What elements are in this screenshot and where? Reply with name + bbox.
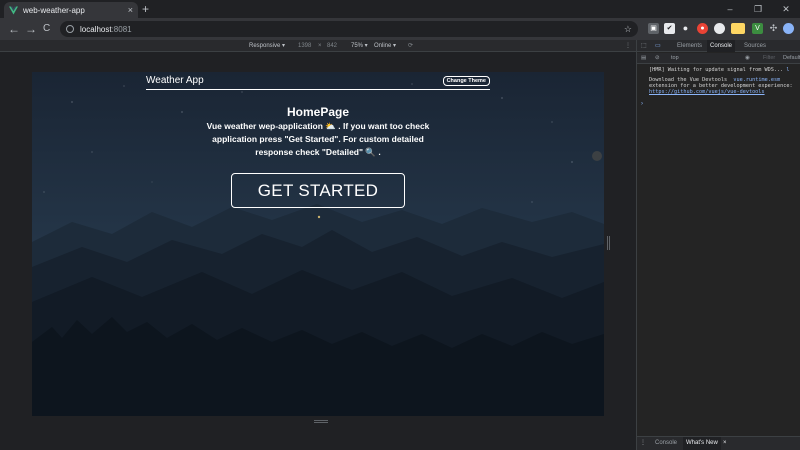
tab-console[interactable]: Console bbox=[707, 40, 736, 52]
drawer-tab-whats-new[interactable]: What's New bbox=[683, 437, 721, 450]
eye-icon[interactable]: ◉ bbox=[745, 53, 750, 64]
log-levels-select[interactable]: Default bbox=[783, 53, 800, 64]
drawer-tab-console[interactable]: Console bbox=[655, 437, 677, 450]
devtools-drawer-tabs: ⋮ Console What's New × bbox=[637, 436, 800, 450]
site-info-icon[interactable] bbox=[66, 25, 74, 33]
url-host: localhost bbox=[80, 24, 112, 34]
profile-avatar[interactable] bbox=[783, 23, 794, 34]
resize-handle-right[interactable] bbox=[607, 236, 610, 250]
url-port: :8081 bbox=[111, 24, 132, 34]
inspect-icon[interactable]: ⬚ bbox=[641, 40, 647, 52]
context-select[interactable]: top bbox=[671, 53, 679, 64]
get-started-button[interactable]: GET STARTED bbox=[231, 173, 405, 208]
devtools-tabs: ⬚ ▭ Elements Console Sources bbox=[637, 40, 800, 52]
device-toolbar: Responsive ▾ 1398 × 842 75% ▾ Online ▾ ⟳… bbox=[0, 40, 636, 52]
resize-handle-bottom[interactable] bbox=[314, 420, 328, 423]
github-icon[interactable]: ● bbox=[680, 23, 691, 34]
zoom-select[interactable]: 75% ▾ bbox=[351, 40, 368, 52]
app-header: Weather App Change Theme bbox=[146, 72, 490, 90]
console-message: [HMR] Waiting for update signal from WDS… bbox=[649, 67, 790, 73]
drawer-close-icon[interactable]: × bbox=[723, 437, 727, 450]
devtools-panel: ⬚ ▭ Elements Console Sources ▤ ⊘ top ◉ F… bbox=[636, 40, 800, 450]
address-bar[interactable]: localhost :8081 ☆ bbox=[60, 21, 638, 37]
app-title[interactable]: Weather App bbox=[146, 75, 204, 86]
tab-close-icon[interactable]: × bbox=[128, 5, 133, 15]
extension-icon[interactable] bbox=[714, 23, 725, 34]
window-controls: – ❐ ✕ bbox=[716, 0, 800, 18]
throttle-select[interactable]: Online ▾ bbox=[374, 40, 396, 52]
new-tab-icon[interactable]: + bbox=[142, 2, 149, 16]
tab-elements[interactable]: Elements bbox=[677, 40, 702, 52]
puzzle-icon[interactable]: ✣ bbox=[768, 23, 779, 34]
tab-sources[interactable]: Sources bbox=[744, 40, 766, 52]
extension-icon[interactable]: ✔ bbox=[664, 23, 675, 34]
browser-tab[interactable]: web-weather-app × bbox=[4, 2, 138, 18]
minimize-icon[interactable]: – bbox=[716, 0, 744, 18]
extension-icon[interactable] bbox=[731, 23, 745, 34]
close-window-icon[interactable]: ✕ bbox=[772, 0, 800, 18]
clear-console-icon[interactable]: ⊘ bbox=[655, 53, 660, 64]
rotate-icon[interactable]: ⟳ bbox=[408, 40, 413, 52]
resize-knob[interactable] bbox=[592, 151, 602, 161]
page-title: HomePage bbox=[286, 105, 350, 119]
filter-input[interactable]: Filter bbox=[763, 53, 775, 64]
change-theme-button[interactable]: Change Theme bbox=[442, 75, 490, 86]
console-prompt-icon[interactable]: › bbox=[641, 101, 643, 107]
more-options-icon[interactable]: ⋮ bbox=[625, 40, 631, 52]
console-link[interactable]: https://github.com/vuejs/vue-devtools bbox=[649, 89, 765, 95]
forward-icon[interactable]: → bbox=[25, 18, 37, 40]
dimension-separator: × bbox=[318, 43, 322, 49]
page-viewport: Weather App Change Theme HomePage Vue we… bbox=[32, 72, 604, 416]
sidebar-toggle-icon[interactable]: ▤ bbox=[641, 53, 646, 64]
viewport-height[interactable]: 842 bbox=[327, 40, 337, 52]
tab-title: web-weather-app bbox=[23, 5, 85, 15]
device-toggle-icon[interactable]: ▭ bbox=[655, 40, 661, 52]
extension-icon[interactable]: V bbox=[752, 23, 763, 34]
page-description: Vue weather wep-application ⛅ . If you w… bbox=[206, 121, 430, 157]
star-icon[interactable]: ☆ bbox=[624, 24, 632, 35]
extension-icon[interactable]: ▣ bbox=[648, 23, 659, 34]
console-toolbar: ▤ ⊘ top ◉ Filter Default bbox=[637, 53, 800, 64]
drawer-menu-icon[interactable]: ⋮ bbox=[640, 437, 646, 450]
reload-icon[interactable]: C bbox=[43, 18, 50, 40]
vue-logo-icon bbox=[9, 5, 18, 15]
device-mode-select[interactable]: Responsive ▾ bbox=[249, 40, 285, 52]
back-icon[interactable]: ← bbox=[8, 18, 20, 40]
extension-icon[interactable]: ● bbox=[697, 23, 708, 34]
restore-icon[interactable]: ❐ bbox=[744, 0, 772, 18]
viewport-width[interactable]: 1398 bbox=[298, 40, 311, 52]
